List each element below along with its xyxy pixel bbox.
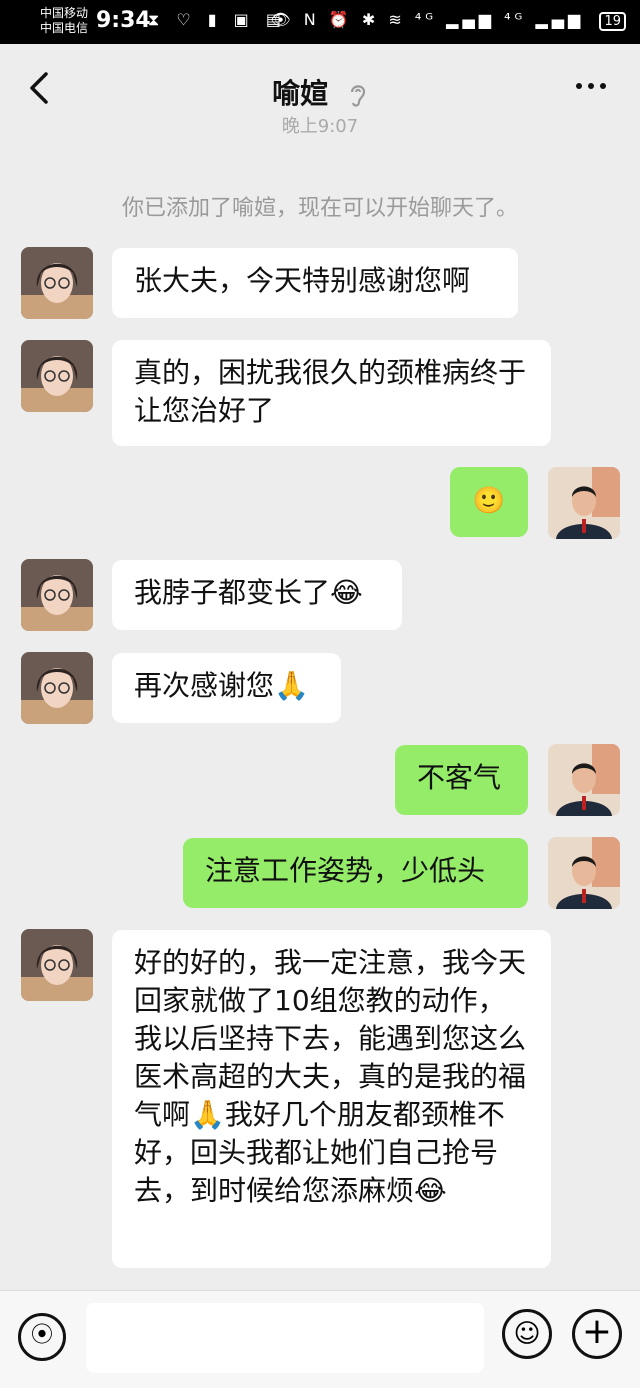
system-message: 你已添加了喻媗，现在可以开始聊天了。 — [121, 196, 518, 221]
message-input[interactable] — [86, 1303, 484, 1373]
contact-avatar[interactable] — [21, 929, 93, 1001]
clock: 9:34 — [96, 8, 151, 33]
message-bubble[interactable]: 🙂 — [450, 467, 528, 537]
plus-button[interactable]: + — [572, 1309, 622, 1359]
message-bubble[interactable]: 好的好的，我一定注意，我今天回家就做了10组您教的动作，我以后坚持下去，能遇到您… — [112, 930, 551, 1268]
contact-avatar[interactable] — [21, 340, 93, 412]
notification-icons: ⧗ ♡ ▮ ▣ ▤ — [148, 10, 287, 29]
carrier-info: 中国移动 中国电信 — [40, 6, 88, 36]
ear-icon — [350, 85, 365, 107]
message-bubble[interactable]: 再次感谢您🙏 — [112, 653, 341, 723]
message-bubble[interactable]: 不客气 — [395, 745, 528, 815]
voice-button[interactable]: ⦿ — [18, 1313, 66, 1361]
message-bubble[interactable]: 张大夫，今天特别感谢您啊 — [112, 248, 518, 318]
contact-avatar[interactable] — [21, 247, 93, 319]
message-bubble[interactable]: 我脖子都变长了😂 — [112, 560, 402, 630]
my-avatar[interactable] — [548, 744, 620, 816]
more-dot — [588, 83, 594, 89]
carrier-2: 中国电信 — [40, 21, 89, 35]
signal-icons: 👁 N ⏰ ✱ ≋ ⁴ᴳ ▂▄▆ ⁴ᴳ ▂▄▆ — [270, 10, 585, 29]
input-bar: ⦿ ☺ + — [0, 1290, 640, 1388]
system-status-icons: 👁 N ⏰ ✱ ≋ ⁴ᴳ ▂▄▆ ⁴ᴳ ▂▄▆ 19 — [270, 10, 626, 31]
voice-icon: ⦿ — [30, 1323, 53, 1348]
emoji-icon: ☺ — [513, 1319, 541, 1349]
contact-avatar[interactable] — [21, 559, 93, 631]
battery-icon: 19 — [599, 12, 626, 31]
more-dot — [600, 83, 606, 89]
contact-avatar[interactable] — [21, 652, 93, 724]
carrier-1: 中国移动 — [40, 6, 89, 20]
more-button[interactable] — [576, 74, 616, 98]
message-bubble[interactable]: 注意工作姿势，少低头 — [183, 838, 528, 908]
contact-name: 喻媗 — [272, 77, 329, 110]
message-bubble[interactable]: 真的，困扰我很久的颈椎病终于让您治好了 — [112, 340, 551, 446]
smile-emoji-icon: 🙂 — [472, 486, 506, 516]
chat-title: 喻媗 — [0, 72, 640, 112]
plus-icon: + — [581, 1311, 613, 1352]
more-dot — [576, 83, 582, 89]
emoji-button[interactable]: ☺ — [502, 1309, 552, 1359]
my-avatar[interactable] — [548, 467, 620, 539]
time-divider: 晚上9:07 — [281, 116, 359, 137]
my-avatar[interactable] — [548, 837, 620, 909]
status-bar: 中国移动 中国电信 9:34 ⧗ ♡ ▮ ▣ ▤ 👁 N ⏰ ✱ ≋ ⁴ᴳ ▂▄… — [0, 0, 640, 44]
